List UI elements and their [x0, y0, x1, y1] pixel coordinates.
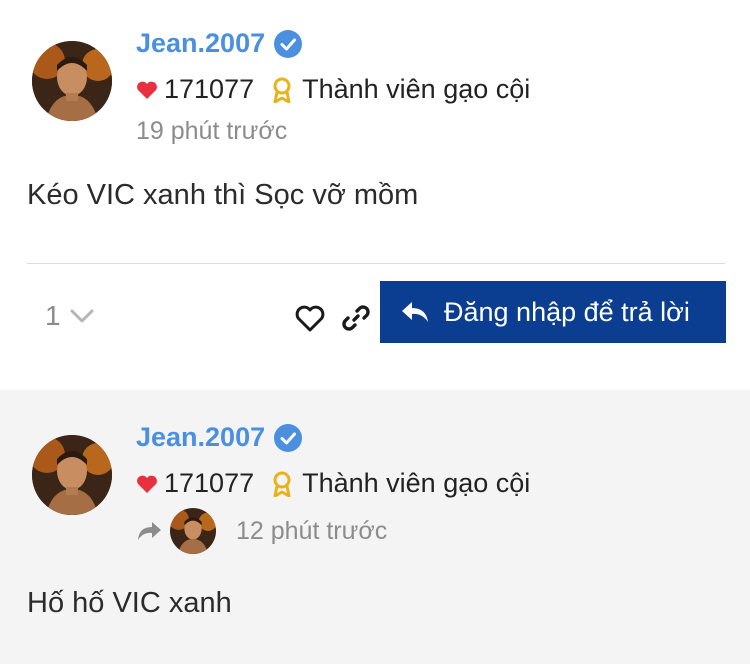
login-to-reply-button[interactable]: Đăng nhập để trả lời: [380, 281, 726, 343]
member-rank: Thành viên gạo cội: [302, 468, 531, 498]
vote-count[interactable]: 1: [45, 300, 95, 332]
username-link[interactable]: Jean.2007: [136, 422, 265, 453]
vote-count-text: 1: [45, 300, 61, 331]
comment-card: Jean.2007 171077 Thành viên gạo cội 19 p…: [0, 0, 750, 390]
post-time[interactable]: 19 phút trước: [136, 117, 287, 146]
avatar[interactable]: [32, 435, 112, 515]
heart-icon: [137, 475, 157, 493]
verified-check-icon: [274, 29, 303, 58]
username-row: Jean.2007: [136, 422, 303, 453]
reputation-score: 171077: [164, 468, 255, 498]
member-rank: Thành viên gạo cội: [302, 74, 531, 104]
user-meta: 171077 Thành viên gạo cội: [136, 74, 530, 105]
ribbon-badge-icon: [273, 471, 291, 497]
comment-text: Hố hố VIC xanh: [27, 587, 232, 619]
reputation-score: 171077: [164, 74, 255, 104]
username-row: Jean.2007: [136, 28, 303, 59]
heart-icon: [137, 81, 157, 99]
reply-arrow-icon: [138, 522, 161, 540]
chevron-down-icon[interactable]: [69, 307, 95, 325]
heart-outline-icon[interactable]: [294, 302, 326, 334]
username-link[interactable]: Jean.2007: [136, 28, 265, 59]
avatar[interactable]: [32, 41, 112, 121]
post-time-text: 19 phút trước: [136, 117, 288, 145]
reply-button-label: Đăng nhập để trả lời: [444, 296, 690, 327]
ribbon-badge-icon: [273, 77, 291, 103]
reply-time-row[interactable]: 12 phút trước: [136, 508, 387, 554]
post-time-text: 12 phút trước: [236, 516, 388, 545]
divider: [27, 263, 725, 264]
link-icon[interactable]: [340, 302, 372, 334]
reply-arrow-icon: [402, 302, 428, 322]
comment-text: Kéo VIC xanh thì Sọc vỡ mồm: [27, 179, 419, 211]
verified-check-icon: [274, 423, 303, 452]
comment-card: Jean.2007 171077 Thành viên gạo cội 12 p…: [0, 390, 750, 664]
user-meta: 171077 Thành viên gạo cội: [136, 468, 530, 499]
reply-to-avatar[interactable]: [170, 508, 216, 554]
